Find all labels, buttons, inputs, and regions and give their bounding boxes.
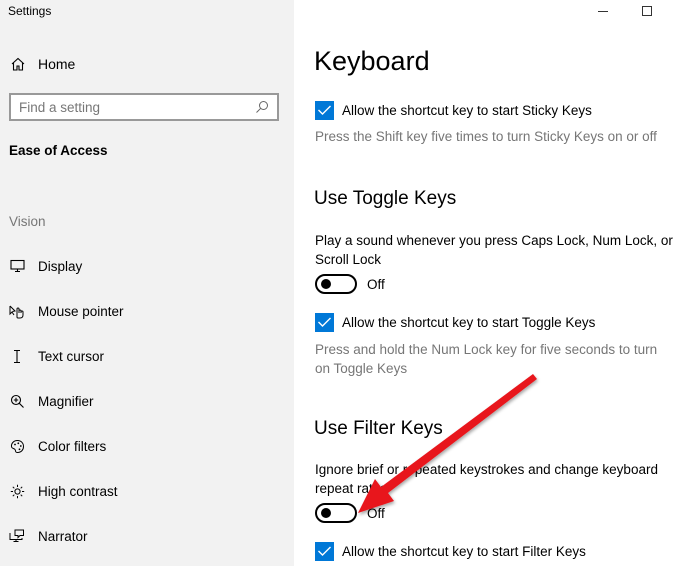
- search-icon[interactable]: [255, 100, 269, 114]
- toggle-state-label: Off: [367, 505, 385, 521]
- checkbox-label: Allow the shortcut key to start Sticky K…: [342, 102, 592, 118]
- toggle-keys-toggle[interactable]: [315, 274, 357, 294]
- sidebar-item-label: Color filters: [38, 438, 107, 454]
- sidebar-item-label: Mouse pointer: [38, 303, 124, 319]
- sun-icon: [9, 483, 25, 499]
- toggle-keys-shortcut-description: Press and hold the Num Lock key for five…: [315, 342, 658, 376]
- sidebar-item-high-contrast[interactable]: High contrast: [9, 481, 118, 501]
- toggle-knob: [321, 508, 331, 518]
- search-input[interactable]: [19, 99, 255, 115]
- toggle-keys-shortcut-checkbox[interactable]: Allow the shortcut key to start Toggle K…: [315, 312, 595, 332]
- palette-icon: [9, 438, 25, 454]
- checkbox-checked[interactable]: [315, 541, 334, 561]
- search-box[interactable]: [9, 93, 279, 121]
- sidebar-item-label: Text cursor: [38, 348, 105, 364]
- text-cursor-icon: [9, 348, 25, 364]
- checkbox-label: Allow the shortcut key to start Toggle K…: [342, 314, 596, 330]
- checkmark-icon: [318, 317, 331, 327]
- section-heading: Ease of Access: [9, 143, 108, 158]
- checkbox-checked[interactable]: [315, 100, 334, 120]
- nav-home[interactable]: Home: [10, 54, 75, 74]
- sticky-keys-description: Press the Shift key five times to turn S…: [315, 129, 657, 144]
- sidebar-item-narrator[interactable]: Narrator: [9, 526, 88, 546]
- sidebar-item-magnifier[interactable]: Magnifier: [9, 391, 94, 411]
- sidebar-item-color-filters[interactable]: Color filters: [9, 436, 106, 456]
- page-title: Keyboard: [314, 46, 430, 76]
- sidebar: Settings Home Ease of Access Vision Disp…: [0, 0, 294, 566]
- maximize-icon[interactable]: [640, 4, 654, 18]
- checkmark-icon: [318, 546, 331, 556]
- toggle-keys-description: Play a sound whenever you press Caps Loc…: [315, 233, 673, 267]
- sidebar-item-label: Magnifier: [38, 393, 94, 409]
- checkmark-icon: [318, 105, 331, 115]
- filter-keys-shortcut-checkbox[interactable]: Allow the shortcut key to start Filter K…: [315, 541, 586, 561]
- checkbox-label: Allow the shortcut key to start Filter K…: [342, 543, 586, 559]
- sidebar-item-label: High contrast: [38, 483, 118, 499]
- toggle-keys-heading: Use Toggle Keys: [314, 188, 457, 209]
- sidebar-item-display[interactable]: Display: [9, 256, 82, 276]
- narrator-icon: [9, 528, 25, 544]
- toggle-knob: [321, 279, 331, 289]
- app-title: Settings: [8, 4, 52, 18]
- sidebar-item-label: Narrator: [38, 528, 88, 544]
- checkbox-checked[interactable]: [315, 312, 334, 332]
- mouse-pointer-icon: [9, 303, 25, 319]
- monitor-icon: [9, 258, 25, 274]
- home-icon: [11, 57, 25, 71]
- sidebar-item-label: Display: [38, 258, 83, 274]
- sidebar-item-text-cursor[interactable]: Text cursor: [9, 346, 104, 366]
- toggle-state-label: Off: [367, 276, 385, 292]
- nav-home-label: Home: [38, 56, 76, 72]
- sticky-keys-shortcut-checkbox[interactable]: Allow the shortcut key to start Sticky K…: [315, 100, 592, 120]
- filter-keys-description: Ignore brief or repeated keystrokes and …: [315, 462, 658, 496]
- main-content: Keyboard Allow the shortcut key to start…: [294, 0, 680, 566]
- magnifier-icon: [9, 393, 25, 409]
- filter-keys-heading: Use Filter Keys: [314, 418, 443, 439]
- filter-keys-toggle-row: Off: [315, 503, 385, 523]
- minimize-icon[interactable]: [596, 4, 610, 18]
- toggle-keys-toggle-row: Off: [315, 274, 385, 294]
- filter-keys-toggle[interactable]: [315, 503, 357, 523]
- sidebar-item-mouse-pointer[interactable]: Mouse pointer: [9, 301, 124, 321]
- group-label-vision: Vision: [9, 214, 46, 229]
